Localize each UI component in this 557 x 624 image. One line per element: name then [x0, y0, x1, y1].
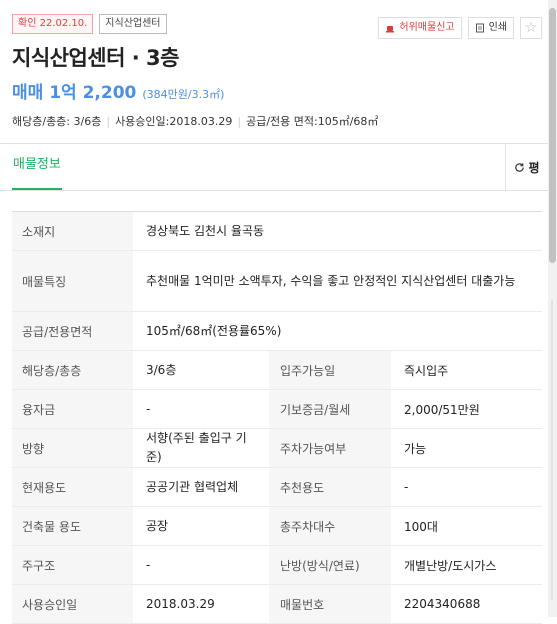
row-value: 가능 — [404, 441, 427, 456]
unit-toggle-label: 평 — [528, 160, 540, 175]
table-row: 해당층/총층 3/6층 입주가능일 즉시입주 — [12, 351, 542, 390]
row-value: 105㎡/68㎡(전용률65%) — [146, 323, 282, 338]
row-label: 공급/전용면적 — [12, 312, 133, 350]
print-label: 인쇄 — [488, 22, 507, 33]
summary-floor: 해당층/총층: 3/6층 — [12, 115, 102, 128]
row-value: 2,000/51만원 — [404, 402, 480, 417]
unit-toggle-button[interactable]: 평 — [505, 144, 548, 190]
report-button[interactable]: 허위매물신고 — [378, 17, 462, 39]
summary-approval: 사용승인일:2018.03.29 — [115, 115, 233, 128]
row-value: 공장 — [146, 518, 169, 533]
row-label: 매물특징 — [12, 251, 133, 311]
listing-header: 확인 22.02.10. 지식산업센터 허위매물신고 인쇄 ☆ 지식산업센터 ·… — [12, 14, 542, 129]
scrollbar-rail — [551, 300, 553, 600]
row-label: 융자금 — [12, 390, 133, 428]
refresh-icon — [515, 162, 525, 172]
price-line: 매매 1억 2,200 (384만원/3.3㎡) — [12, 78, 542, 103]
table-row: 건축물 용도 공장 총주차대수 100대 — [12, 507, 542, 546]
row-value: 2204340688 — [404, 597, 481, 611]
row-label: 건축물 용도 — [12, 507, 133, 545]
sale-price: 매매 1억 2,200 — [12, 83, 137, 103]
row-label: 입주가능일 — [269, 351, 391, 389]
price-per-area: (384만원/3.3㎡) — [142, 88, 225, 101]
row-label: 난방(방식/연료) — [269, 546, 391, 584]
star-icon: ☆ — [524, 20, 538, 36]
row-value: 서향(주된 출입구 기준) — [146, 431, 247, 464]
summary-divider: | — [106, 115, 111, 128]
row-label: 해당층/총층 — [12, 351, 133, 389]
report-label: 허위매물신고 — [399, 22, 455, 33]
row-value: 2018.03.29 — [146, 596, 215, 611]
row-value: 개별난방/도시가스 — [404, 558, 497, 573]
summary-area: 공급/전용 면적:105㎡/68㎡ — [246, 115, 379, 128]
table-row: 매물특징 추천매물 1억미만 소액투자, 수익을 좋고 안정적인 지식산업센터 … — [12, 251, 542, 312]
row-value: - — [404, 480, 409, 494]
summary-divider: | — [237, 115, 242, 128]
row-value: 3/6층 — [146, 362, 177, 377]
category-badge: 지식산업센터 — [99, 14, 167, 34]
row-value: - — [146, 557, 151, 572]
row-label: 매물번호 — [269, 585, 391, 623]
row-value: 100대 — [404, 519, 438, 534]
table-row: 사용승인일 2018.03.29 매물번호 2204340688 — [12, 585, 542, 624]
confirm-date-badge: 확인 22.02.10. — [12, 14, 94, 34]
row-value: - — [146, 401, 151, 416]
table-row: 방향 서향(주된 출입구 기준) 주차가능여부 가능 — [12, 429, 542, 468]
tab-listing-info[interactable]: 매물정보 — [12, 144, 62, 190]
table-row: 융자금 - 기보증금/월세 2,000/51만원 — [12, 390, 542, 429]
print-button[interactable]: 인쇄 — [467, 17, 514, 39]
row-value: 공공기관 협력업체 — [146, 479, 239, 494]
table-row: 소재지 경상북도 김천시 율곡동 — [12, 212, 542, 251]
row-label: 총주차대수 — [269, 507, 391, 545]
row-label: 기보증금/월세 — [269, 390, 391, 428]
table-row: 주구조 - 난방(방식/연료) 개별난방/도시가스 — [12, 546, 542, 585]
table-row: 현재용도 공공기관 협력업체 추천용도 - — [12, 468, 542, 507]
summary-line: 해당층/총층: 3/6층 | 사용승인일:2018.03.29 | 공급/전용 면적:1… — [12, 113, 542, 129]
table-row: 공급/전용면적 105㎡/68㎡(전용률65%) — [12, 312, 542, 351]
scrollbar[interactable] — [548, 0, 557, 617]
row-value: 즉시입주 — [404, 363, 449, 378]
siren-icon — [386, 26, 395, 33]
row-label: 주차가능여부 — [269, 429, 391, 467]
row-value: 경상북도 김천시 율곡동 — [146, 223, 265, 238]
tab-bar: 매물정보 평 — [0, 143, 548, 191]
row-label: 방향 — [12, 429, 133, 467]
row-label: 소재지 — [12, 212, 133, 250]
scrollbar-thumb[interactable] — [549, 8, 556, 263]
row-value: 추천매물 1억미만 소액투자, 수익을 좋고 안정적인 지식산업센터 대출가능 — [146, 273, 516, 288]
row-label: 주구조 — [12, 546, 133, 584]
row-label: 추천용도 — [269, 468, 391, 506]
row-label: 사용승인일 — [12, 585, 133, 623]
favorite-button[interactable]: ☆ — [520, 17, 542, 39]
page-title: 지식산업센터 · 3층 — [12, 46, 179, 70]
header-actions: 허위매물신고 인쇄 ☆ — [378, 17, 542, 39]
print-icon — [475, 23, 484, 33]
row-label: 현재용도 — [12, 468, 133, 506]
detail-table: 소재지 경상북도 김천시 율곡동 매물특징 추천매물 1억미만 소액투자, 수익… — [12, 211, 542, 624]
